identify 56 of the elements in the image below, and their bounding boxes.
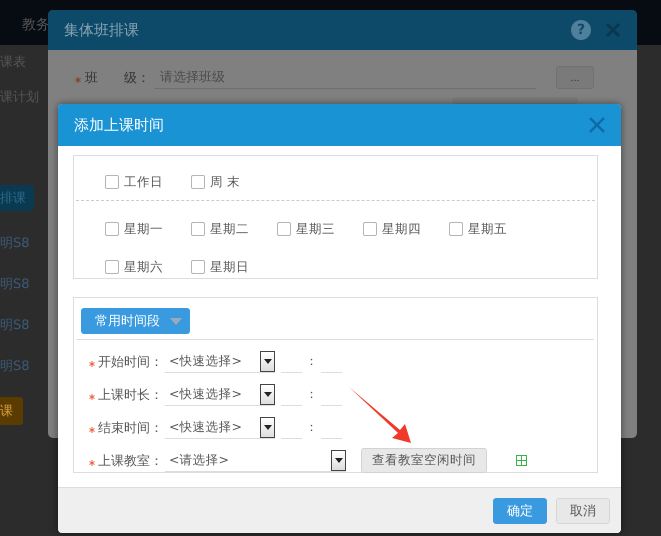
bottom-button[interactable]: 课 [0,397,23,425]
field-label: 结束时间： [98,420,164,436]
help-icon[interactable]: ? [571,20,591,40]
table-cell-text: 明S8 [0,317,30,334]
checkbox-label: 星期一 [124,220,163,238]
nav-tab[interactable]: 教务 [22,16,50,34]
checkbox[interactable] [191,222,205,236]
dropdown-button[interactable] [260,416,275,438]
checkbox[interactable] [191,175,205,189]
grid-plus-icon[interactable] [516,455,527,466]
time-separator: ： [304,386,318,403]
quick-select-field[interactable]: <快速选择> [165,416,275,439]
table-cell-text: 明S8 [0,235,30,252]
close-icon[interactable] [605,22,621,38]
checkbox-label: 星期日 [210,258,249,276]
checkbox[interactable] [191,260,205,274]
field-label: 上课教室： [98,452,164,470]
checkbox-label: 星期五 [468,220,507,238]
checkbox-label: 星期六 [124,258,163,276]
checkbox-label: 工作日 [124,174,163,190]
table-cell-text: 明S8 [0,358,30,375]
field-label: 上课时长： [98,386,164,404]
time-separator: ： [304,353,318,370]
checkbox[interactable] [363,222,377,236]
cancel-button[interactable]: 取消 [556,498,610,524]
checkbox-label: 星期四 [382,220,421,238]
caret-icon [334,458,342,462]
preset-dropdown-button[interactable]: 常用时间段 [81,308,190,334]
quick-select-field[interactable]: <快速选择> [165,383,275,406]
caret-icon [170,318,182,324]
checkbox[interactable] [105,222,119,236]
checkbox[interactable] [277,222,291,236]
checkbox-label: 星期三 [296,220,335,238]
view-free-time-button[interactable]: 查看教室空闲时间 [361,448,487,473]
checkbox[interactable] [105,175,119,189]
checkbox-label: 星期二 [210,220,249,238]
room-select-field[interactable]: <请选择> [165,449,346,472]
dropdown-button[interactable] [260,350,275,372]
close-icon[interactable] [589,117,605,133]
checkbox[interactable] [449,222,463,236]
caret-icon [264,424,272,430]
caret-icon [264,358,272,364]
checkbox[interactable] [105,260,119,274]
browse-button[interactable]: ... [556,66,594,89]
quick-select-field[interactable]: <快速选择> [165,350,275,373]
caret-icon [264,392,272,396]
dialog-title: 集体班排课 [64,20,140,40]
dropdown-button[interactable] [331,450,346,470]
dropdown-button[interactable] [260,384,275,404]
table-cell-text: 明S8 [0,276,30,293]
checkbox-label: 周 末 [210,174,240,190]
dialog-title: 添加上课时间 [74,116,164,134]
confirm-button[interactable]: 确定 [493,498,547,524]
field-label: 班 级： [85,70,150,86]
time-separator: ： [304,419,318,436]
field-label: 开始时间： [98,354,164,370]
